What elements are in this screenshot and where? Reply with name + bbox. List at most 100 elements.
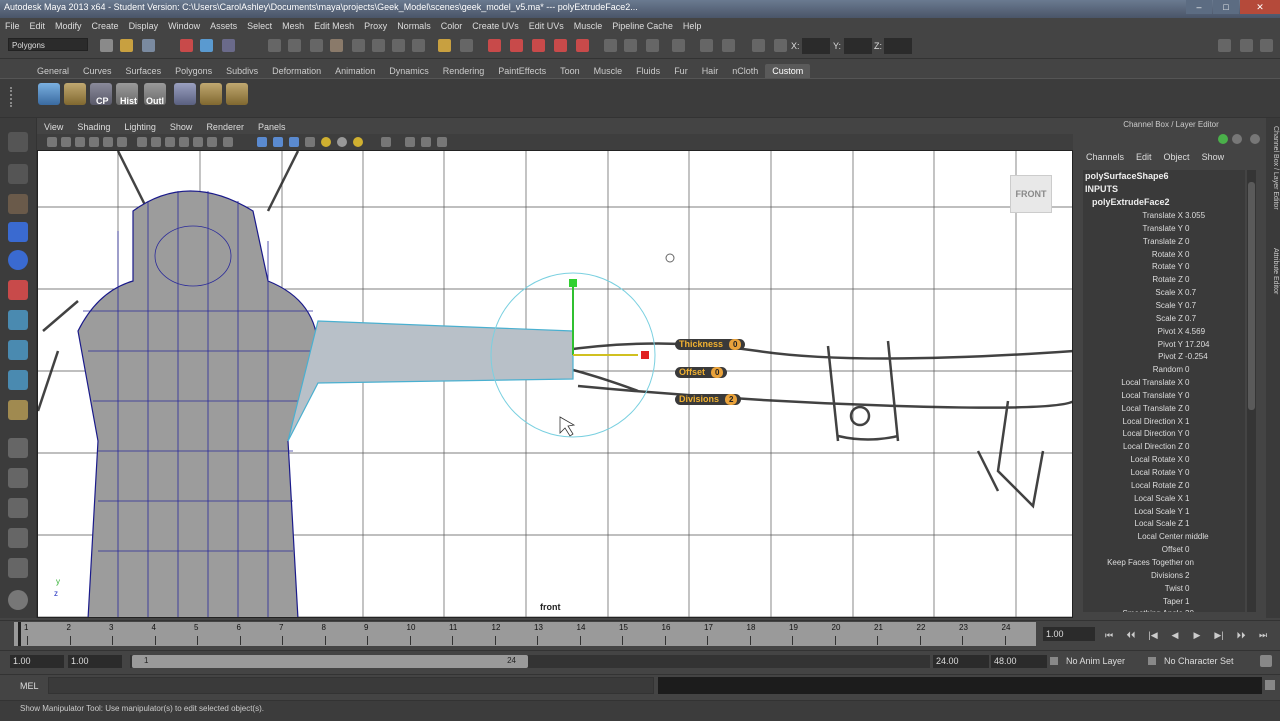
render-settings-icon[interactable] — [532, 39, 545, 52]
shelf-tab-general[interactable]: General — [30, 64, 76, 78]
pick-mask-vertex-icon[interactable] — [268, 39, 281, 52]
pick-mask-edge-icon[interactable] — [288, 39, 301, 52]
channel-row[interactable]: Translate Y0 — [1083, 222, 1245, 235]
grid-toggle-icon[interactable] — [103, 137, 113, 147]
lock-axes-icon[interactable] — [752, 39, 765, 52]
go-to-start-button[interactable]: ⏮ — [1102, 630, 1116, 640]
menu-edit[interactable]: Edit — [25, 21, 51, 31]
sidebar-toggle-icon[interactable] — [604, 39, 617, 52]
channel-value[interactable]: 0 — [1185, 479, 1243, 492]
channel-value[interactable]: 1 — [1185, 517, 1243, 530]
channel-value[interactable]: 0 — [1185, 440, 1243, 453]
shelf-tab-custom[interactable]: Custom — [765, 64, 811, 78]
motion-blur-icon[interactable] — [337, 137, 347, 147]
channel-value[interactable]: 0 — [1185, 402, 1243, 415]
maximize-button[interactable]: □ — [1213, 0, 1239, 14]
menu-pipeline-cache[interactable]: Pipeline Cache — [607, 21, 678, 31]
channel-row[interactable]: Local Rotate Y0 — [1083, 466, 1245, 479]
channel-value[interactable]: 0.7 — [1185, 312, 1243, 325]
step-forward-key-button[interactable]: ⏵⏵ — [1234, 630, 1248, 640]
tool-settings-toggle-icon[interactable] — [646, 39, 659, 52]
character-set-icon[interactable] — [1148, 657, 1156, 665]
bookmarks-icon[interactable] — [75, 137, 85, 147]
universal-manipulator-icon[interactable] — [8, 310, 28, 330]
viewport-menu-show[interactable]: Show — [163, 122, 200, 132]
thickness-handle[interactable]: Thickness 0 — [675, 339, 746, 350]
anti-aliasing-icon[interactable] — [353, 137, 363, 147]
snap-point-icon[interactable] — [392, 39, 405, 52]
channel-row[interactable]: Pivot Z -0.254 — [1083, 350, 1245, 363]
channel-value[interactable]: 0 — [1185, 363, 1243, 376]
channel-value[interactable]: 1 — [1185, 505, 1243, 518]
layout-single-icon[interactable] — [8, 438, 28, 458]
play-forwards-button[interactable]: ▶ — [1190, 630, 1204, 640]
shelf-tab-hair[interactable]: Hair — [695, 64, 726, 78]
channel-value[interactable]: middle — [1185, 530, 1243, 543]
channel-row[interactable]: Offset 0 — [1083, 543, 1245, 556]
shelf-tab-toon[interactable]: Toon — [553, 64, 587, 78]
viewport-menu-view[interactable]: View — [37, 122, 70, 132]
channel-value[interactable]: 30 — [1185, 607, 1243, 612]
character-set-dropdown[interactable]: No Character Set — [1164, 656, 1234, 666]
channel-row[interactable]: Local Translate Z0 — [1083, 402, 1245, 415]
channel-value[interactable]: 0 — [1185, 248, 1243, 261]
shelf-tab-curves[interactable]: Curves — [76, 64, 119, 78]
channel-row[interactable]: Rotate X0 — [1083, 248, 1245, 261]
scale-tool-icon[interactable] — [8, 280, 28, 300]
anim-layer-icon[interactable] — [1050, 657, 1058, 665]
textured-icon[interactable] — [273, 137, 283, 147]
channel-box-toggle-icon[interactable] — [672, 39, 685, 52]
channel-value[interactable]: 1 — [1185, 415, 1243, 428]
wireframe-on-shaded-icon[interactable] — [257, 137, 267, 147]
select-component-icon[interactable] — [222, 39, 235, 52]
layout-two-icon[interactable] — [8, 498, 28, 518]
viewport-menu-shading[interactable]: Shading — [70, 122, 117, 132]
numeric-input-icon[interactable] — [774, 39, 787, 52]
channel-row[interactable]: Local Direction Y0 — [1083, 427, 1245, 440]
menu-edit-mesh[interactable]: Edit Mesh — [309, 21, 359, 31]
y-field[interactable] — [844, 38, 872, 54]
x-field[interactable] — [802, 38, 830, 54]
wireframe-icon[interactable] — [207, 137, 217, 147]
animation-preferences-icon[interactable] — [1260, 655, 1272, 667]
shelf-tab-surfaces[interactable]: Surfaces — [119, 64, 169, 78]
camera-attributes-icon[interactable] — [61, 137, 71, 147]
pick-mask-uv-icon[interactable] — [330, 39, 343, 52]
ambient-occlusion-icon[interactable] — [321, 137, 331, 147]
anim-layer-dropdown[interactable]: No Anim Layer — [1066, 656, 1125, 666]
menu-file[interactable]: File — [0, 21, 25, 31]
channel-row[interactable]: Rotate Z0 — [1083, 273, 1245, 286]
channel-row[interactable]: Scale Y 0.7 — [1083, 299, 1245, 312]
channel-value[interactable]: 0 — [1185, 543, 1243, 556]
menu-create[interactable]: Create — [87, 21, 124, 31]
channel-box-scroll-thumb[interactable] — [1248, 182, 1255, 410]
channel-box-menu-show[interactable]: Show — [1196, 152, 1231, 165]
channel-box-toggle-icon[interactable] — [1218, 134, 1228, 144]
channel-row[interactable]: Keep Faces Together on — [1083, 556, 1245, 569]
layout-custom-icon[interactable] — [8, 590, 28, 610]
script-editor-icon[interactable] — [1265, 680, 1275, 690]
channel-value[interactable]: -0.254 — [1185, 350, 1243, 363]
channel-row[interactable]: Translate Z0 — [1083, 235, 1245, 248]
shadows-icon[interactable] — [305, 137, 315, 147]
channel-row[interactable]: Translate X 3.055 — [1083, 209, 1245, 222]
ipr-render-icon[interactable] — [510, 39, 523, 52]
transform-mode-icon[interactable] — [700, 39, 713, 52]
shelf-tab-painteffects[interactable]: PaintEffects — [491, 64, 553, 78]
gate-mask-icon[interactable] — [151, 137, 161, 147]
isolate-select-icon[interactable] — [381, 137, 391, 147]
menu-proxy[interactable]: Proxy — [359, 21, 392, 31]
channel-value[interactable]: 0 — [1185, 222, 1243, 235]
offset-handle[interactable]: Offset 0 — [675, 367, 728, 378]
new-scene-icon[interactable] — [100, 39, 113, 52]
resolution-gate-icon[interactable] — [137, 137, 147, 147]
layout-four-icon[interactable] — [8, 468, 28, 488]
channel-row[interactable]: Local Direction X1 — [1083, 415, 1245, 428]
channel-row[interactable]: Twist 0 — [1083, 582, 1245, 595]
channel-row[interactable]: Local Scale Y1 — [1083, 505, 1245, 518]
menu-edit-uvs[interactable]: Edit UVs — [524, 21, 569, 31]
show-manipulator-tool-icon[interactable] — [8, 370, 28, 390]
channel-value[interactable]: 0 — [1185, 582, 1243, 595]
shelf-tab-subdivs[interactable]: Subdivs — [219, 64, 265, 78]
last-tool-icon[interactable] — [8, 400, 28, 420]
